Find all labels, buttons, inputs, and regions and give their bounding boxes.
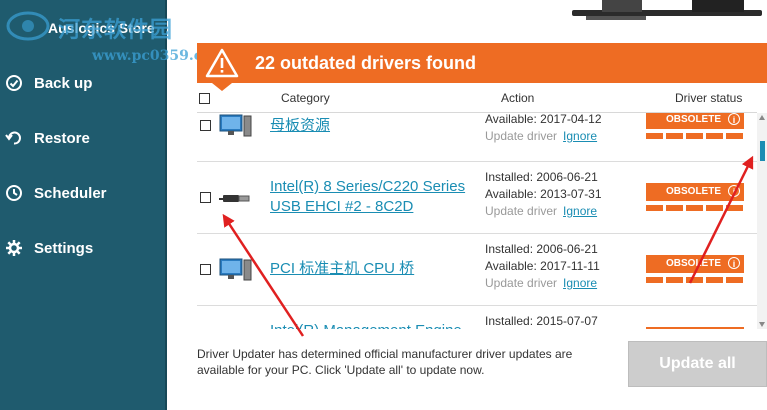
row-checkbox[interactable]: [200, 192, 211, 203]
driver-name-link[interactable]: PCI 标准主机 CPU 桥: [270, 259, 470, 279]
scrollbar-thumb[interactable]: [760, 141, 765, 161]
status-badge: OBSOLETE: [666, 114, 722, 125]
info-icon[interactable]: i: [728, 185, 740, 197]
column-status: Driver status: [675, 91, 743, 105]
scroll-up-icon[interactable]: [759, 115, 765, 120]
available-date: Available: 2017-11-11: [485, 259, 600, 273]
results-banner: 22 outdated drivers found: [197, 43, 767, 83]
driver-action: Installed: 2006-06-21 Available: 2013-07…: [485, 169, 602, 220]
warning-icon: [205, 48, 239, 78]
banner-notch: [212, 83, 232, 91]
sidebar-item-label: Settings: [34, 239, 94, 257]
clock-icon: [4, 183, 24, 203]
installed-date: Installed: 2006-06-21: [485, 170, 598, 184]
computer-icon: [572, 0, 762, 20]
usb-icon: [219, 195, 250, 202]
driver-action: Installed: 2006-06-21 Available: 2017-11…: [485, 241, 600, 292]
update-all-button[interactable]: Update all: [628, 341, 767, 387]
table-row: Intel(R) Management Engine Installed: 20…: [197, 305, 757, 329]
restore-icon: [4, 128, 24, 148]
driver-action: Installed: 2015-07-07: [485, 313, 598, 329]
gear-icon: [4, 238, 24, 258]
installed-date: Installed: 2015-07-07: [485, 314, 598, 328]
update-driver-link[interactable]: Update driver: [485, 129, 557, 143]
driver-status: OBSOLETE i: [646, 255, 744, 283]
ignore-link[interactable]: Ignore: [563, 204, 597, 218]
table-row: Intel(R) 8 Series/C220 Series USB EHCI #…: [197, 161, 757, 234]
monitor-icon: [219, 114, 252, 137]
watermark-logo-icon: [6, 11, 50, 41]
footer-message: Driver Updater has determined official m…: [197, 347, 573, 377]
list-scrollbar[interactable]: [757, 113, 767, 329]
monitor-icon: [219, 258, 252, 281]
update-driver-link[interactable]: Update driver: [485, 204, 557, 218]
status-bars: [646, 277, 744, 283]
status-badge: OBSOLETE: [666, 186, 722, 197]
watermark-text: 河东软件园: [58, 18, 174, 43]
driver-status: OBSOLETE i: [646, 113, 744, 139]
driver-name-link[interactable]: 母板资源: [270, 116, 470, 136]
select-all-checkbox[interactable]: [199, 93, 210, 104]
column-category: Category: [281, 91, 330, 105]
driver-status: [646, 327, 744, 329]
available-date: Available: 2013-07-31: [485, 187, 602, 201]
sidebar-item-label: Restore: [34, 129, 90, 147]
sidebar-item-backup[interactable]: Back up: [0, 63, 165, 103]
banner-title: 22 outdated drivers found: [255, 53, 477, 73]
row-checkbox[interactable]: [200, 120, 211, 131]
installed-date: Installed: 2006-06-21: [485, 242, 598, 256]
info-icon[interactable]: i: [728, 113, 740, 125]
driver-action: Available: 2017-04-12 Update driver Ignor…: [485, 113, 602, 145]
info-icon[interactable]: i: [728, 257, 740, 269]
ignore-link[interactable]: Ignore: [563, 129, 597, 143]
sidebar-item-settings[interactable]: Settings: [0, 228, 165, 268]
status-badge: OBSOLETE: [666, 258, 722, 269]
sidebar-item-label: Scheduler: [34, 184, 107, 202]
row-checkbox[interactable]: [200, 264, 211, 275]
table-row: PCI 标准主机 CPU 桥 Installed: 2006-06-21 Ava…: [197, 233, 757, 306]
backup-icon: [4, 73, 24, 93]
column-action: Action: [501, 91, 535, 105]
driver-list: 母板资源 Available: 2017-04-12 Update driver…: [197, 113, 757, 329]
available-date: Available: 2017-04-12: [485, 113, 602, 126]
driver-status: OBSOLETE i: [646, 183, 744, 211]
update-driver-link[interactable]: Update driver: [485, 276, 557, 290]
table-row: 母板资源 Available: 2017-04-12 Update driver…: [197, 113, 757, 162]
driver-name-link[interactable]: Intel(R) 8 Series/C220 Series USB EHCI #…: [270, 177, 470, 217]
ignore-link[interactable]: Ignore: [563, 276, 597, 290]
sidebar-item-label: Back up: [34, 74, 93, 92]
status-bars: [646, 133, 744, 139]
status-bars: [646, 205, 744, 211]
sidebar-item-scheduler[interactable]: Scheduler: [0, 173, 165, 213]
sidebar-item-restore[interactable]: Restore: [0, 118, 165, 158]
watermark-url: www.pc0359.cn: [92, 48, 213, 64]
scroll-down-icon[interactable]: [759, 322, 765, 327]
